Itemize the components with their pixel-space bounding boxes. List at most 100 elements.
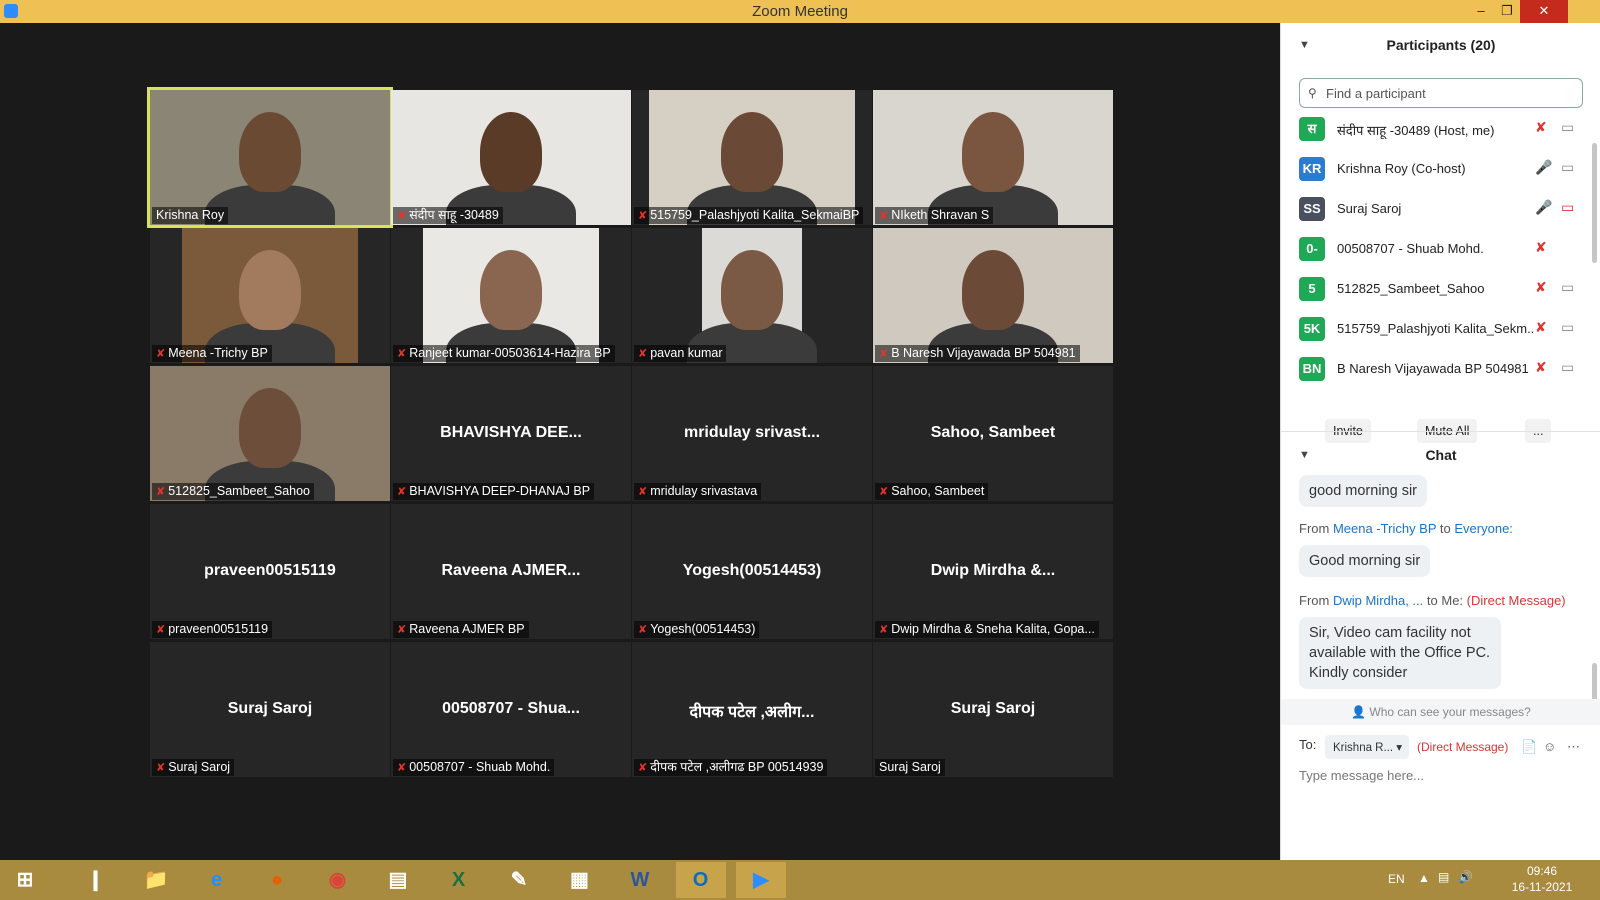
restore-button[interactable]: ❐ <box>1492 0 1522 23</box>
camera-off-icon[interactable]: ▭ <box>1561 199 1574 216</box>
participant-search-input[interactable]: ⚲ Find a participant <box>1299 78 1583 108</box>
emoji-icon[interactable]: ☺ <box>1543 739 1556 754</box>
word-icon[interactable]: W <box>615 862 665 898</box>
firefox-icon[interactable]: ● <box>252 862 302 898</box>
participant-silhouette <box>480 250 542 330</box>
calculator-icon[interactable]: ▦ <box>555 862 605 898</box>
chrome-icon[interactable]: ◉ <box>313 862 363 898</box>
file-icon[interactable]: 📄 <box>1521 739 1537 755</box>
video-tile[interactable]: BHAVISHYA DEE... ✘ BHAVISHYA DEEP-DHANAJ B… <box>391 366 631 501</box>
video-tile[interactable]: ✘ Ranjeet kumar-00503614-Hazira BP <box>391 228 631 363</box>
chat-message: Good morning sir <box>1299 545 1431 577</box>
video-tile[interactable]: mridulay srivast... ✘ mridulay srivastava <box>632 366 872 501</box>
tray-arrow-icon[interactable]: ▲ <box>1418 871 1430 885</box>
camera-icon[interactable]: ▭ <box>1561 319 1574 336</box>
chat-recipient[interactable]: Everyone: <box>1454 521 1513 536</box>
camera-icon[interactable]: ▭ <box>1561 359 1574 376</box>
chat-sender[interactable]: Dwip Mirdha, ... <box>1333 593 1423 608</box>
camera-icon[interactable]: ▭ <box>1561 119 1574 136</box>
participant-row[interactable]: KR Krishna Roy (Co-host) 🎤 ▭ <box>1299 149 1589 189</box>
participants-title: Participants (20) <box>1386 37 1496 53</box>
video-tile[interactable]: Sahoo, Sambeet ✘ Sahoo, Sambeet <box>873 366 1113 501</box>
video-tile[interactable]: ✘ NIketh Shravan S <box>873 90 1113 225</box>
participant-row[interactable]: 5K 515759_Palashjyoti Kalita_Sekm... ✘ ▭ <box>1299 309 1589 349</box>
windows-icon[interactable]: ⊞ <box>0 862 50 898</box>
video-tile[interactable]: दीपक पटेल ,अलीग... ✘ दीपक पटेल ,अलीगढ BP 0… <box>632 642 872 777</box>
participant-name-tag: ✘ Raveena AJMER BP <box>393 621 529 638</box>
search-placeholder: Find a participant <box>1326 86 1426 101</box>
mic-muted-icon[interactable]: ✘ <box>1535 359 1547 376</box>
mic-muted-icon[interactable]: ✘ <box>1535 119 1547 136</box>
chat-sender[interactable]: Meena -Trichy BP <box>1333 521 1436 536</box>
video-tile[interactable]: praveen00515119 ✘ praveen00515119 <box>150 504 390 639</box>
chat-message: Sir, Video cam facility not available wi… <box>1299 617 1501 689</box>
video-tile[interactable]: Dwip Mirdha &... ✘ Dwip Mirdha & Sneha Kal… <box>873 504 1113 639</box>
participant-row[interactable]: 5 512825_Sambeet_Sahoo ✘ ▭ <box>1299 269 1589 309</box>
video-tile[interactable]: ✘ संदीप साहू -30489 <box>391 90 631 225</box>
video-feed <box>423 228 599 363</box>
video-tile[interactable]: ✘ pavan kumar <box>632 228 872 363</box>
video-tile[interactable]: ✘ B Naresh Vijayawada BP 504981 <box>873 228 1113 363</box>
video-tile[interactable]: Suraj Saroj Suraj Saroj <box>873 642 1113 777</box>
mic-icon[interactable]: 🎤 <box>1535 199 1552 216</box>
internet-explorer-icon[interactable]: e <box>192 862 242 898</box>
video-tile[interactable]: 00508707 - Shua... ✘ 00508707 - Shuab Mohd… <box>391 642 631 777</box>
video-tile[interactable]: Krishna Roy <box>147 87 393 228</box>
chat-message-input[interactable]: Type message here... <box>1299 768 1424 783</box>
file-explorer-icon[interactable]: 📁 <box>131 862 181 898</box>
mic-muted-icon[interactable]: ✘ <box>1535 239 1547 256</box>
mic-muted-icon: ✘ <box>397 624 407 636</box>
video-tile[interactable]: ✘ 512825_Sambeet_Sahoo <box>150 366 390 501</box>
video-tile[interactable]: ✘ 515759_Palashjyoti Kalita_SekmaiBP <box>632 90 872 225</box>
language-indicator[interactable]: EN <box>1388 872 1405 886</box>
mic-muted-icon: ✘ <box>879 624 889 636</box>
mic-icon[interactable]: 🎤 <box>1535 159 1552 176</box>
participant-name: pavan kumar <box>650 346 723 360</box>
participant-row[interactable]: 0- 00508707 - Shuab Mohd. ✘ <box>1299 229 1589 269</box>
excel-icon[interactable]: X <box>434 862 484 898</box>
volume-icon[interactable]: 🔊 <box>1458 870 1473 884</box>
participant-name-tag: ✘ Yogesh(00514453) <box>634 621 760 638</box>
avatar: SS <box>1299 197 1325 221</box>
clock-date[interactable]: 16-11-2021 <box>1502 880 1582 894</box>
participants-scrollbar[interactable] <box>1592 143 1597 263</box>
close-button[interactable]: ✕ <box>1520 0 1568 23</box>
participant-name: praveen00515119 <box>168 622 269 636</box>
participant-name: Sahoo, Sambeet <box>891 484 985 498</box>
avatar: 5 <box>1299 277 1325 301</box>
mic-muted-icon[interactable]: ✘ <box>1535 279 1547 296</box>
participant-name: Meena -Trichy BP <box>168 346 268 360</box>
clock-time[interactable]: 09:46 <box>1502 864 1582 878</box>
participant-name-tag: ✘ BHAVISHYA DEEP-DHANAJ BP <box>393 483 595 500</box>
participant-name: mridulay srivastava <box>650 484 758 498</box>
mic-muted-icon[interactable]: ✘ <box>1535 319 1547 336</box>
camera-icon[interactable]: ▭ <box>1561 159 1574 176</box>
video-tile[interactable]: Yogesh(00514453) ✘ Yogesh(00514453) <box>632 504 872 639</box>
participant-name: 515759_Palashjyoti Kalita_SekmaiBP <box>650 208 860 222</box>
participant-row[interactable]: SS Suraj Saroj 🎤 ▭ <box>1299 189 1589 229</box>
participant-silhouette <box>962 112 1024 192</box>
participant-name-tag: ✘ mridulay srivastava <box>634 483 762 500</box>
who-can-see-link[interactable]: 👤 Who can see your messages? <box>1281 699 1600 725</box>
paint-icon[interactable]: ✎ <box>494 862 544 898</box>
participant-row[interactable]: BN B Naresh Vijayawada BP 504981 ✘ ▭ <box>1299 349 1589 389</box>
video-tile[interactable]: Raveena AJMER... ✘ Raveena AJMER BP <box>391 504 631 639</box>
mic-muted-icon: ✘ <box>397 210 407 222</box>
more-icon[interactable]: ⋯ <box>1567 739 1580 755</box>
participant-row[interactable]: स संदीप साहू -30489 (Host, me) ✘ ▭ <box>1299 109 1589 149</box>
chat-scrollbar[interactable] <box>1592 663 1597 703</box>
network-icon[interactable]: ▤ <box>1438 870 1449 884</box>
camera-icon[interactable]: ▭ <box>1561 279 1574 296</box>
mic-muted-icon: ✘ <box>638 762 648 774</box>
video-tile[interactable]: ✘ Meena -Trichy BP <box>150 228 390 363</box>
participant-display-name: Suraj Saroj <box>227 700 313 717</box>
chat-sender-line: From Meena -Trichy BP to Everyone: <box>1299 521 1513 536</box>
outlook-icon[interactable]: O <box>675 862 726 898</box>
participant-name-tag: ✘ Ranjeet kumar-00503614-Hazira BP <box>393 345 615 362</box>
powershell-icon[interactable]: ❙ <box>71 862 121 898</box>
zoom-icon[interactable]: ▶ <box>736 862 786 898</box>
recipient-dropdown[interactable]: Krishna R... ▾ <box>1325 735 1409 759</box>
participant-name-tag: Krishna Roy <box>152 207 229 224</box>
sticky-notes-icon[interactable]: ▤ <box>373 862 423 898</box>
video-tile[interactable]: Suraj Saroj ✘ Suraj Saroj <box>150 642 390 777</box>
